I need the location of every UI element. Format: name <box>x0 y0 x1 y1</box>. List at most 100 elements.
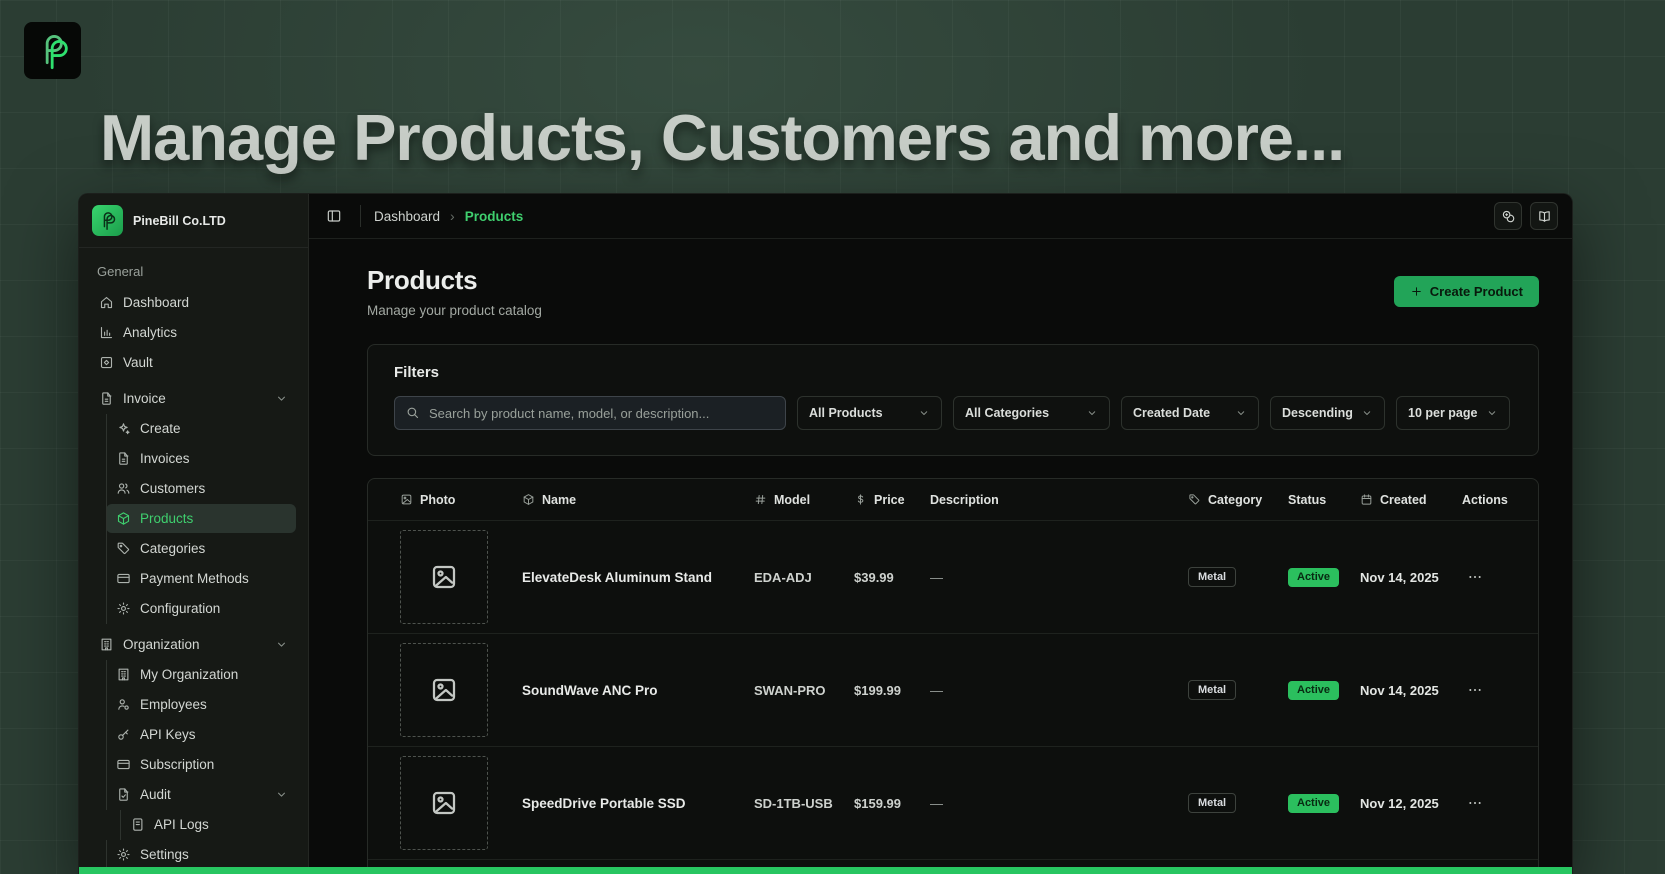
column-header-model: Model <box>754 493 854 507</box>
sidebar-item-label: Subscription <box>140 757 214 772</box>
breadcrumb-item-dashboard[interactable]: Dashboard <box>374 209 440 224</box>
column-header-category: Category <box>1188 493 1288 507</box>
sidebar-item-categories[interactable]: Categories <box>106 534 296 563</box>
sparkles-icon <box>116 421 131 436</box>
filter-select-value: 10 per page <box>1408 406 1477 420</box>
page-content: Products Manage your product catalog Cre… <box>309 239 1572 874</box>
product-name: ElevateDesk Aluminum Stand <box>522 570 754 585</box>
column-header-label: Model <box>774 493 810 507</box>
topbar-divider <box>360 205 361 227</box>
breadcrumb-separator: › <box>450 208 455 224</box>
product-photo-placeholder <box>400 530 488 624</box>
pinebill-logo-icon <box>33 31 73 71</box>
product-description: — <box>930 796 1188 811</box>
chevron-down-icon <box>275 788 288 801</box>
sidebar-item-payment-methods[interactable]: Payment Methods <box>106 564 296 593</box>
sidebar-item-invoices[interactable]: Invoices <box>106 444 296 473</box>
invoice-icon <box>116 451 131 466</box>
sidebar-item-label: Create <box>140 421 181 436</box>
sidebar-item-vault[interactable]: Vault <box>91 348 296 377</box>
product-price: $159.99 <box>854 796 930 811</box>
filter-select-all-categories[interactable]: All Categories <box>953 396 1110 430</box>
status-badge: Active <box>1288 794 1339 813</box>
column-header-label: Description <box>930 493 999 507</box>
status-badge: Active <box>1288 681 1339 700</box>
vault-icon <box>99 355 114 370</box>
chevron-down-icon <box>1086 407 1098 419</box>
row-actions-button[interactable] <box>1462 566 1488 588</box>
filter-select-created-date[interactable]: Created Date <box>1121 396 1259 430</box>
table-row[interactable]: SpeedDrive Portable SSDSD-1TB-USB$159.99… <box>368 747 1538 860</box>
page-subtitle: Manage your product catalog <box>367 303 542 318</box>
product-price: $199.99 <box>854 683 930 698</box>
filters-card: Filters All ProductsAll CategoriesCreate… <box>367 344 1539 456</box>
sidebar-item-create[interactable]: Create <box>106 414 296 443</box>
chevron-down-icon <box>1235 407 1247 419</box>
product-price: $39.99 <box>854 570 930 585</box>
sidebar-item-label: API Keys <box>140 727 196 742</box>
tag-icon <box>116 541 131 556</box>
breadcrumb-item-products[interactable]: Products <box>465 209 524 224</box>
filter-select-10-per-page[interactable]: 10 per page <box>1396 396 1510 430</box>
topbar: Dashboard › Products <box>309 194 1572 239</box>
filter-select-value: Created Date <box>1133 406 1210 420</box>
plus-icon <box>1410 285 1423 298</box>
sidebar-item-label: Products <box>140 511 193 526</box>
table-header-row: PhotoNameModelPriceDescriptionCategorySt… <box>368 479 1538 521</box>
product-photo-placeholder <box>400 643 488 737</box>
sidebar-item-products[interactable]: Products <box>106 504 296 533</box>
sidebar-item-settings[interactable]: Settings <box>106 840 296 869</box>
coins-icon <box>1501 209 1516 224</box>
column-header-label: Name <box>542 493 576 507</box>
sidebar-item-audit[interactable]: Audit <box>106 780 296 809</box>
column-header-label: Actions <box>1462 493 1508 507</box>
credit-card-icon <box>116 571 131 586</box>
sidebar-item-subscription[interactable]: Subscription <box>106 750 296 779</box>
product-model: SD-1TB-USB <box>754 796 854 811</box>
sidebar-item-label: Vault <box>123 355 153 370</box>
table-row[interactable]: ElevateDesk Aluminum StandEDA-ADJ$39.99—… <box>368 521 1538 634</box>
calendar-icon <box>1360 493 1373 506</box>
book-open-button[interactable] <box>1530 202 1558 230</box>
coins-button[interactable] <box>1494 202 1522 230</box>
sidebar-item-analytics[interactable]: Analytics <box>91 318 296 347</box>
sidebar-section-general: General <box>97 264 290 279</box>
sidebar-item-customers[interactable]: Customers <box>106 474 296 503</box>
product-created-date: Nov 12, 2025 <box>1360 796 1462 811</box>
sidebar: PineBill Co.LTD General DashboardAnalytic… <box>79 194 309 874</box>
building-icon <box>116 667 131 682</box>
brand-name: PineBill Co.LTD <box>133 214 226 228</box>
chevron-down-icon <box>275 638 288 651</box>
search-icon <box>405 405 420 420</box>
sidebar-item-invoice[interactable]: Invoice <box>91 384 296 413</box>
product-photo-placeholder <box>400 756 488 850</box>
filter-select-descending[interactable]: Descending <box>1270 396 1385 430</box>
row-actions-button[interactable] <box>1462 792 1488 814</box>
sidebar-item-employees[interactable]: Employees <box>106 690 296 719</box>
gear-icon <box>116 601 131 616</box>
sidebar-toggle-button[interactable] <box>321 203 347 229</box>
filter-select-all-products[interactable]: All Products <box>797 396 942 430</box>
row-actions-button[interactable] <box>1462 679 1488 701</box>
table-row[interactable]: SoundWave ANC ProSWAN-PRO$199.99—MetalAc… <box>368 634 1538 747</box>
sidebar-item-api-keys[interactable]: API Keys <box>106 720 296 749</box>
sidebar-item-label: Settings <box>140 847 189 862</box>
gear-icon <box>116 847 131 862</box>
sidebar-item-dashboard[interactable]: Dashboard <box>91 288 296 317</box>
sidebar-item-my-organization[interactable]: My Organization <box>106 660 296 689</box>
sidebar-item-label: Organization <box>123 637 200 652</box>
ellipsis-icon <box>1467 795 1483 811</box>
sidebar-item-api-logs[interactable]: API Logs <box>120 810 296 839</box>
create-product-button[interactable]: Create Product <box>1394 276 1539 307</box>
chevron-down-icon <box>918 407 930 419</box>
key-icon <box>116 727 131 742</box>
filters-row: All Products All Categories Created Date De… <box>394 396 1512 430</box>
sidebar-item-configuration[interactable]: Configuration <box>106 594 296 623</box>
chevron-down-icon <box>275 392 288 405</box>
ellipsis-icon <box>1467 682 1483 698</box>
tag-icon <box>1188 493 1201 506</box>
search-input[interactable] <box>394 396 786 430</box>
image-icon <box>400 493 413 506</box>
sidebar-item-organization[interactable]: Organization <box>91 630 296 659</box>
package-icon <box>522 493 535 506</box>
